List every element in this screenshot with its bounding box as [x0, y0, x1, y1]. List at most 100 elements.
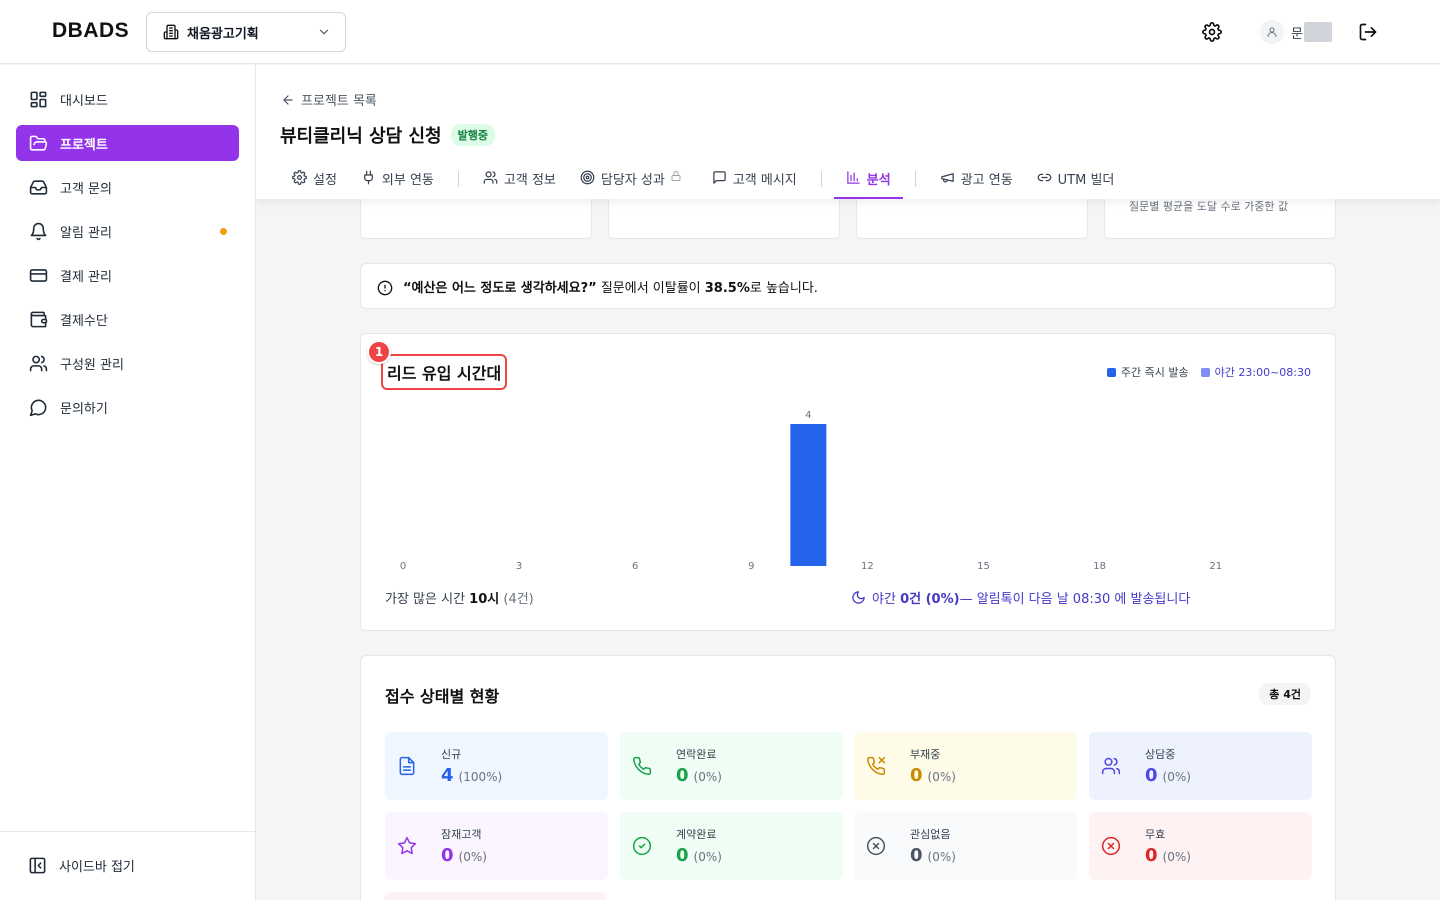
user-name-redacted: [1303, 22, 1332, 42]
status-tile[interactable]: 계약완료 0 (0%): [620, 812, 843, 880]
org-select[interactable]: 채움광고기획: [146, 12, 346, 52]
collapse-sidebar-label: 사이드바 접기: [59, 860, 135, 875]
back-to-projects-link[interactable]: 프로젝트 목록: [281, 90, 377, 109]
sidebar-item-label: 결제수단: [60, 313, 108, 329]
chart-data-label: 4: [805, 410, 811, 421]
sidebar-item-label: 고객 문의: [60, 181, 112, 197]
app-logo[interactable]: DBADS: [52, 19, 129, 43]
user-name: 문: [1291, 26, 1303, 42]
tab-analytics[interactable]: 분석: [833, 163, 903, 199]
tab-ad-integration[interactable]: 광고 연동: [928, 163, 1025, 199]
link-icon: [1037, 173, 1051, 182]
chart-tick-label: 15: [977, 561, 990, 572]
tab-customer-messages[interactable]: 고객 메시지: [700, 163, 809, 199]
chart-tick-label: 12: [861, 561, 874, 572]
tab-label: 분석: [866, 173, 891, 188]
logout-button[interactable]: [1356, 20, 1380, 44]
org-select-value: 채움광고기획: [187, 26, 259, 42]
tab-agent-performance[interactable]: 담당자 성과: [568, 163, 700, 199]
status-tile-partial: [384, 892, 607, 900]
user-menu[interactable]: 문: [1260, 20, 1332, 44]
sidebar-item-payment-methods[interactable]: 결제수단: [16, 301, 239, 337]
chart-tick-label: 0: [400, 561, 406, 572]
chart-legend: 주간 즉시 발송 야간 23:00~08:30: [1095, 364, 1311, 380]
back-link-label: 프로젝트 목록: [301, 94, 377, 109]
status-tile[interactable]: 부재중 0 (0%): [854, 732, 1077, 800]
legend-label: 주간 즉시 발송: [1120, 366, 1189, 379]
tab-settings[interactable]: 설정: [280, 163, 349, 199]
sidebar-footer: 사이드바 접기: [0, 831, 255, 900]
tab-customer-info[interactable]: 고객 정보: [471, 163, 568, 199]
document-icon: [397, 756, 417, 776]
arrow-left-icon: [283, 94, 293, 105]
notification-dot: [220, 228, 227, 235]
x-circle-icon: [1101, 836, 1121, 856]
star-icon: [397, 836, 417, 856]
alert-rate: 38.5%: [704, 280, 750, 296]
tab-label: 설정: [313, 173, 337, 188]
sidebar-item-projects[interactable]: 프로젝트: [16, 125, 239, 161]
inbox-icon: [28, 177, 48, 197]
x-circle-icon: [866, 836, 886, 856]
chart-bar-day[interactable]: [790, 424, 827, 566]
annotation-marker: 1: [367, 340, 391, 364]
credit-card-icon: [28, 265, 48, 285]
status-tile-percent: (0%): [1162, 770, 1191, 784]
lock-icon: [671, 171, 681, 181]
bell-icon: [28, 221, 48, 241]
legend-swatch-day: [1106, 367, 1116, 377]
status-tile-value: 0: [676, 765, 689, 786]
sidebar-item-label: 프로젝트: [60, 137, 108, 153]
status-tile-percent: (0%): [693, 850, 722, 864]
top-header: DBADS 채움광고기획 문: [0, 0, 1440, 64]
status-tile[interactable]: 신규 4 (100%): [385, 732, 608, 800]
chart-tick-label: 9: [748, 561, 754, 572]
peak-count: (4건): [503, 592, 534, 607]
status-title: 접수 상태별 현황: [385, 687, 500, 706]
status-tile-percent: (100%): [458, 770, 503, 784]
user-icon: [1267, 27, 1277, 37]
phone-missed-icon: [866, 756, 886, 776]
status-tile-percent: (0%): [458, 850, 487, 864]
tab-divider: [820, 171, 822, 187]
status-tile-percent: (0%): [927, 770, 956, 784]
status-tile[interactable]: 잠재고객 0 (0%): [385, 812, 608, 880]
chart-tick-label: 3: [516, 561, 522, 572]
peak-label: 가장 많은 시간: [385, 592, 470, 607]
tab-label: 광고 연동: [960, 173, 1013, 188]
sidebar-item-members[interactable]: 구성원 관리: [16, 345, 239, 381]
chevron-down-icon: [319, 29, 329, 35]
chat-icon: [28, 397, 48, 417]
moon-icon: [852, 591, 865, 604]
tab-label: UTM 빌더: [1057, 173, 1115, 188]
legend-label: 야간 23:00~08:30: [1214, 366, 1311, 379]
status-tile[interactable]: 무효 0 (0%): [1089, 812, 1312, 880]
sidebar-item-inquiries[interactable]: 고객 문의: [16, 169, 239, 205]
tab-utm-builder[interactable]: UTM 빌더: [1025, 163, 1127, 199]
main-content: 프로젝트 목록 뷰티클리닉 상담 신청 발행중 설정 외부 연동 고객 정보 담…: [256, 65, 1440, 900]
sidebar-item-label: 구성원 관리: [60, 357, 124, 373]
status-tile-label: 연락완료: [676, 748, 717, 761]
status-tile-value: 0: [441, 845, 454, 866]
tab-label: 고객 메시지: [732, 173, 797, 188]
sidebar-item-dashboard[interactable]: 대시보드: [16, 81, 239, 117]
sidebar-item-contact[interactable]: 문의하기: [16, 389, 239, 425]
status-tile-percent: (0%): [927, 850, 956, 864]
chart-tick-label: 18: [1093, 561, 1106, 572]
sidebar-item-notifications[interactable]: 알림 관리: [16, 213, 239, 249]
alert-circle-icon: [377, 280, 393, 296]
lead-time-chart: 4 0 3 6 9 12 15 18 21: [400, 410, 1222, 572]
building-icon: [163, 24, 179, 40]
sidebar-item-billing[interactable]: 결제 관리: [16, 257, 239, 293]
chart-tick-label: 6: [632, 561, 638, 572]
status-tile[interactable]: 연락완료 0 (0%): [620, 732, 843, 800]
status-tile-label: 관심없음: [910, 828, 951, 841]
settings-button[interactable]: [1200, 20, 1224, 44]
status-tile[interactable]: 관심없음 0 (0%): [854, 812, 1077, 880]
collapse-sidebar-button[interactable]: 사이드바 접기: [28, 856, 135, 875]
tab-integrations[interactable]: 외부 연동: [349, 163, 446, 199]
tab-label: 담당자 성과: [600, 173, 665, 188]
status-tile-value: 0: [1145, 765, 1158, 786]
legend-item-night: 야간 23:00~08:30: [1200, 364, 1311, 380]
status-tile[interactable]: 상담중 0 (0%): [1089, 732, 1312, 800]
